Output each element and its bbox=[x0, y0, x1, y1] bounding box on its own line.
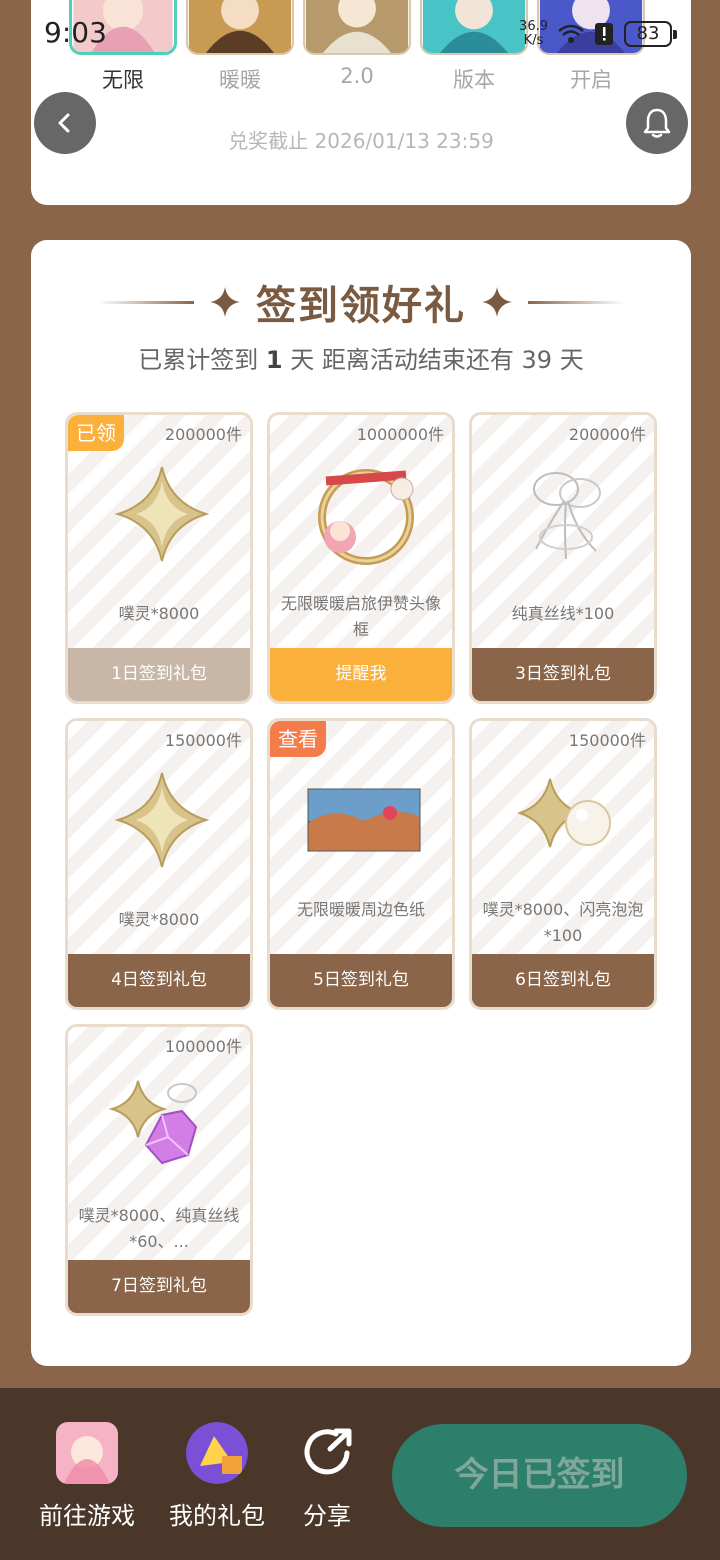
title-divider-right bbox=[528, 300, 624, 304]
gift-card-day5[interactable]: 查看 无限暖暖周边色纸 5日签到礼包 bbox=[267, 718, 455, 1010]
checkin-page: 无限 暖暖 2.0 版本 开启 兑奖截止 2026/01/13 23:59 9:… bbox=[0, 0, 720, 1560]
gift-quantity: 150000件 bbox=[164, 731, 242, 750]
status-time: 9:03 bbox=[44, 16, 107, 49]
net-speed-unit: K/s bbox=[523, 33, 544, 48]
share-label: 分享 bbox=[303, 1502, 351, 1530]
bottom-action-bar: 前往游戏 我的礼包 分享 今日已签到 bbox=[0, 1388, 720, 1560]
gift-day3-button[interactable]: 3日签到礼包 bbox=[472, 648, 654, 701]
my-gifts-thumbnail bbox=[186, 1422, 248, 1484]
progress-prefix: 已累计签到 bbox=[138, 346, 259, 374]
go-to-game-button[interactable]: 前往游戏 bbox=[34, 1422, 140, 1531]
wifi-icon bbox=[558, 24, 584, 43]
character-art bbox=[305, 0, 409, 53]
puling-star-icon bbox=[114, 466, 210, 562]
checkin-progress-text: 已累计签到 1 天 距离活动结束还有 39 天 bbox=[31, 340, 691, 375]
net-speed-value: 36.9 bbox=[519, 19, 548, 34]
gift-quantity: 200000件 bbox=[164, 425, 242, 444]
claimed-badge: 已领 bbox=[68, 415, 124, 451]
gift-name: 噗灵*8000、纯真丝线*60、... bbox=[78, 1206, 240, 1251]
tab-label-5[interactable]: 开启 bbox=[537, 64, 645, 94]
gift-quantity: 150000件 bbox=[568, 731, 646, 750]
sparkle-icon bbox=[482, 287, 512, 317]
gift-name: 无限暖暖周边色纸 bbox=[296, 900, 425, 919]
battery-indicator: 83 bbox=[624, 21, 677, 47]
checkin-title-row: 签到领好礼 bbox=[31, 274, 691, 330]
gift-day5-button[interactable]: 5日签到礼包 bbox=[270, 954, 452, 1007]
gift-quantity: 200000件 bbox=[568, 425, 646, 444]
game-character-thumbnail bbox=[56, 1422, 118, 1484]
notification-button[interactable] bbox=[626, 92, 688, 154]
avatar-frame-icon bbox=[318, 469, 414, 565]
tab-thumb-4[interactable] bbox=[420, 0, 528, 55]
gift-name: 噗灵*8000 bbox=[118, 910, 200, 929]
my-gifts-button[interactable]: 我的礼包 bbox=[164, 1422, 270, 1531]
go-to-game-label: 前往游戏 bbox=[39, 1502, 135, 1530]
puling-star-icon bbox=[114, 772, 210, 868]
tab-thumb-3[interactable] bbox=[303, 0, 411, 55]
gift-card-day2[interactable]: 1000000件 无限暖暖启旅伊赞头像框 提醒我 bbox=[267, 412, 455, 704]
gift-day6-button[interactable]: 6日签到礼包 bbox=[472, 954, 654, 1007]
gift-card-day3[interactable]: 200000件 纯真丝线*100 3日签到礼包 bbox=[469, 412, 657, 704]
game-app-icon bbox=[56, 1422, 118, 1484]
chevron-left-icon bbox=[58, 113, 70, 133]
gift-day4-button[interactable]: 4日签到礼包 bbox=[68, 954, 250, 1007]
title-divider-left bbox=[98, 300, 194, 304]
share-arrow-glyph bbox=[304, 1428, 352, 1475]
gift-name: 噗灵*8000 bbox=[118, 604, 200, 623]
my-gifts-label: 我的礼包 bbox=[169, 1502, 265, 1530]
gift-card-day4[interactable]: 150000件 噗灵*8000 4日签到礼包 bbox=[65, 718, 253, 1010]
back-button[interactable] bbox=[34, 92, 96, 154]
tab-thumb-2[interactable] bbox=[186, 0, 294, 55]
net-speed: 36.9 K/s bbox=[519, 20, 548, 48]
silk-thread-icon bbox=[533, 472, 601, 560]
gift-name: 纯真丝线*100 bbox=[511, 604, 615, 623]
gift-name: 噗灵*8000、闪亮泡泡*100 bbox=[482, 900, 644, 945]
gift-quantity: 100000件 bbox=[164, 1037, 242, 1056]
checkin-title: 签到领好礼 bbox=[256, 283, 466, 329]
tab-label-4[interactable]: 版本 bbox=[420, 64, 528, 94]
sparkle-icon bbox=[210, 287, 240, 317]
status-icons: 36.9 K/s 83 bbox=[519, 16, 677, 52]
progress-suffix: 天 距离活动结束还有 39 天 bbox=[290, 346, 584, 374]
bell-icon bbox=[643, 108, 671, 138]
character-art bbox=[188, 0, 292, 53]
checkin-days-count: 1 bbox=[265, 346, 283, 374]
deadline-text: 兑奖截止 2026/01/13 23:59 bbox=[228, 129, 494, 153]
puling-bubble-icon bbox=[516, 778, 611, 848]
view-badge[interactable]: 查看 bbox=[270, 721, 326, 757]
checkin-card: 签到领好礼 已累计签到 1 天 距离活动结束还有 39 天 200000件 已领 bbox=[31, 240, 691, 1366]
gift-grid: 200000件 已领 噗灵*8000 1日签到礼包 1000000件 无限暖暖启… bbox=[65, 412, 657, 1316]
artwork-card-icon bbox=[307, 788, 421, 852]
tab-label-1[interactable]: 无限 bbox=[69, 64, 177, 94]
gift-card-day6[interactable]: 150000件 噗灵*8000、闪亮泡泡*100 6日签到礼包 bbox=[469, 718, 657, 1010]
gem-bundle-icon bbox=[108, 1080, 198, 1165]
tab-label-3[interactable]: 2.0 bbox=[303, 64, 411, 88]
gift-day1-button[interactable]: 1日签到礼包 bbox=[68, 648, 250, 701]
share-icon bbox=[296, 1422, 358, 1484]
remind-me-button[interactable]: 提醒我 bbox=[270, 648, 452, 701]
character-art bbox=[422, 0, 526, 53]
gift-quantity: 1000000件 bbox=[356, 425, 444, 444]
gift-bag-icon bbox=[186, 1422, 248, 1484]
tab-label-2[interactable]: 暖暖 bbox=[186, 64, 294, 94]
checked-in-today-button[interactable]: 今日已签到 bbox=[392, 1424, 687, 1527]
gift-day7-button[interactable]: 7日签到礼包 bbox=[68, 1260, 250, 1313]
sim-alert-icon bbox=[595, 23, 613, 45]
share-button[interactable]: 分享 bbox=[294, 1422, 360, 1531]
gift-card-day1[interactable]: 200000件 已领 噗灵*8000 1日签到礼包 bbox=[65, 412, 253, 704]
gift-name: 无限暖暖启旅伊赞头像框 bbox=[280, 594, 441, 639]
gift-card-day7[interactable]: 100000件 噗灵*8000、纯真丝线*60、... 7日签到礼包 bbox=[65, 1024, 253, 1316]
